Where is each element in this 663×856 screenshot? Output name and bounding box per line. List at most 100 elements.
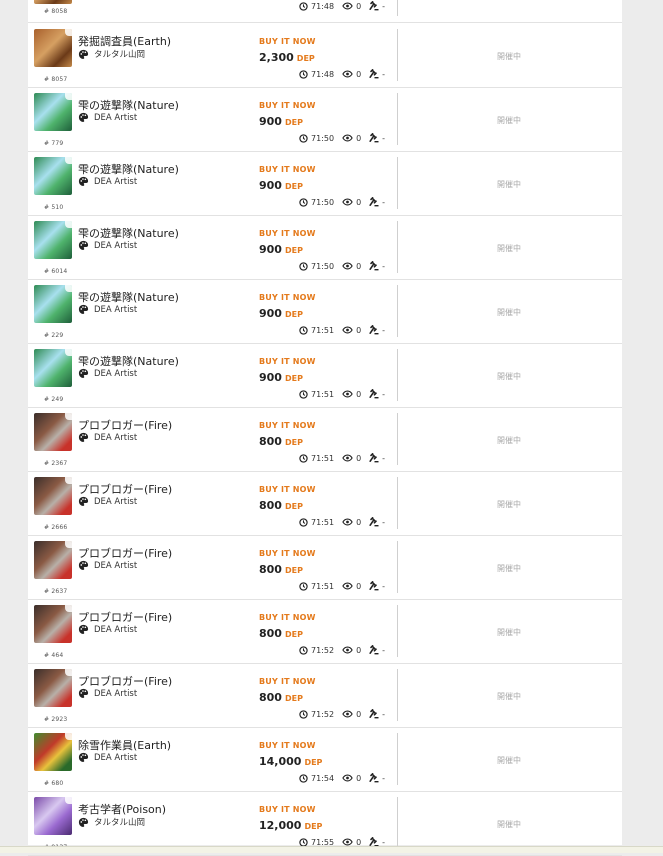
- nft-name[interactable]: 考古学者(Poison): [78, 801, 166, 817]
- bid-count: -: [382, 261, 386, 271]
- creator-line[interactable]: DEA Artist: [78, 496, 137, 507]
- nft-name[interactable]: プロブロガー(Fire): [78, 545, 172, 561]
- listing-row[interactable]: # 779 雫の遊撃隊(Nature) DEA Artist BUY IT NO…: [28, 87, 622, 152]
- creator-line[interactable]: DEA Artist: [78, 368, 137, 379]
- eye-icon: [342, 774, 353, 782]
- column-divider: [397, 605, 398, 657]
- nft-id: # 2666: [44, 524, 68, 531]
- nft-name[interactable]: 雫の遊撃隊(Nature): [78, 289, 179, 305]
- element-badge-icon: [65, 605, 72, 612]
- clock-icon: [299, 773, 308, 783]
- price-currency: DEP: [284, 566, 303, 575]
- nft-name[interactable]: 雫の遊撃隊(Nature): [78, 97, 179, 113]
- time-left: 71:50: [311, 261, 335, 271]
- listing-row[interactable]: # 6014 雫の遊撃隊(Nature) DEA Artist BUY IT N…: [28, 215, 622, 280]
- view-count: 0: [356, 325, 362, 335]
- column-divider: [397, 669, 398, 721]
- listing-stats: 71:51 0 -: [299, 325, 393, 335]
- time-left: 71:48: [311, 1, 335, 11]
- price-value: 2,300: [259, 51, 294, 64]
- nft-thumbnail[interactable]: [34, 285, 72, 323]
- price: 800 DEP: [259, 435, 303, 448]
- listing-stats: 71:51 0 -: [299, 581, 393, 591]
- view-count: 0: [356, 645, 362, 655]
- gavel-icon: [369, 581, 379, 591]
- nft-thumbnail[interactable]: [34, 413, 72, 451]
- creator-line[interactable]: タルタル山岡: [78, 48, 145, 60]
- nft-thumbnail[interactable]: [34, 797, 72, 835]
- listing-row[interactable]: # 464 プロブロガー(Fire) DEA Artist BUY IT NOW…: [28, 599, 622, 664]
- element-badge-icon: [65, 477, 72, 484]
- nft-name[interactable]: 除雪作業員(Earth): [78, 737, 171, 753]
- nft-name[interactable]: プロブロガー(Fire): [78, 609, 172, 625]
- nft-thumbnail[interactable]: [34, 93, 72, 131]
- nft-name[interactable]: プロブロガー(Fire): [78, 673, 172, 689]
- time-left: 71:52: [311, 709, 335, 719]
- nft-name[interactable]: プロブロガー(Fire): [78, 417, 172, 433]
- creator-line[interactable]: タルタル山岡: [78, 816, 145, 828]
- creator-line[interactable]: DEA Artist: [78, 688, 137, 699]
- listing-row[interactable]: # 2923 プロブロガー(Fire) DEA Artist BUY IT NO…: [28, 663, 622, 728]
- listing-row[interactable]: # 680 除雪作業員(Earth) DEA Artist BUY IT NOW…: [28, 727, 622, 792]
- nft-name[interactable]: プロブロガー(Fire): [78, 481, 172, 497]
- nft-name[interactable]: 雫の遊撃隊(Nature): [78, 161, 179, 177]
- listing-stats: 71:51 0 -: [299, 453, 393, 463]
- nft-thumbnail[interactable]: [34, 221, 72, 259]
- status-label: 開催中: [497, 52, 521, 61]
- listing-row[interactable]: # 510 雫の遊撃隊(Nature) DEA Artist BUY IT NO…: [28, 151, 622, 216]
- nft-thumbnail[interactable]: [34, 349, 72, 387]
- column-divider: [397, 541, 398, 593]
- creator-line[interactable]: DEA Artist: [78, 176, 137, 187]
- nft-thumbnail[interactable]: [34, 669, 72, 707]
- nft-thumbnail[interactable]: [34, 733, 72, 771]
- nft-thumbnail[interactable]: [34, 29, 72, 67]
- price-value: 800: [259, 691, 282, 704]
- nft-thumbnail[interactable]: [34, 477, 72, 515]
- bid-count: -: [382, 325, 386, 335]
- element-badge-icon: [65, 93, 72, 100]
- listing-stats: 71:50 0 -: [299, 133, 393, 143]
- listing-stats: 71:54 0 -: [299, 773, 393, 783]
- creator-line[interactable]: DEA Artist: [78, 112, 137, 123]
- creator-line[interactable]: DEA Artist: [78, 240, 137, 251]
- nft-id: # 510: [44, 204, 64, 211]
- nft-name[interactable]: 雫の遊撃隊(Nature): [78, 225, 179, 241]
- nft-thumbnail[interactable]: [34, 0, 72, 4]
- nft-id: # 2923: [44, 716, 68, 723]
- nft-name[interactable]: 発掘調査員(Earth): [78, 33, 171, 49]
- listing-stats: 71:52 0 -: [299, 645, 393, 655]
- listing-row[interactable]: # 8057 発掘調査員(Earth) タルタル山岡 BUY IT NOW 2,…: [28, 23, 622, 88]
- price-currency: DEP: [284, 694, 303, 703]
- creator-line[interactable]: DEA Artist: [78, 304, 137, 315]
- buy-it-now-label: BUY IT NOW: [259, 229, 316, 238]
- buy-it-now-label: BUY IT NOW: [259, 741, 316, 750]
- eye-icon: [342, 454, 353, 462]
- eye-icon: [342, 390, 353, 398]
- creator-line[interactable]: DEA Artist: [78, 432, 137, 443]
- palette-icon: [78, 368, 89, 378]
- eye-icon: [342, 646, 353, 654]
- nft-thumbnail[interactable]: [34, 157, 72, 195]
- column-divider: [397, 221, 398, 273]
- price-value: 800: [259, 499, 282, 512]
- creator-line[interactable]: DEA Artist: [78, 624, 137, 635]
- listing-row[interactable]: # 2666 プロブロガー(Fire) DEA Artist BUY IT NO…: [28, 471, 622, 536]
- listing-row[interactable]: # 249 雫の遊撃隊(Nature) DEA Artist BUY IT NO…: [28, 343, 622, 408]
- bid-count: -: [382, 389, 386, 399]
- listing-stats: 71:51 0 -: [299, 389, 393, 399]
- listing-row[interactable]: # 229 雫の遊撃隊(Nature) DEA Artist BUY IT NO…: [28, 279, 622, 344]
- listing-row[interactable]: # 2367 プロブロガー(Fire) DEA Artist BUY IT NO…: [28, 407, 622, 472]
- nft-thumbnail[interactable]: [34, 605, 72, 643]
- listing-row-partial[interactable]: # 8058 71:48 0 -: [28, 0, 622, 23]
- buy-it-now-label: BUY IT NOW: [259, 485, 316, 494]
- buy-it-now-label: BUY IT NOW: [259, 677, 316, 686]
- listing-row[interactable]: # 2637 プロブロガー(Fire) DEA Artist BUY IT NO…: [28, 535, 622, 600]
- creator-line[interactable]: DEA Artist: [78, 560, 137, 571]
- status-label: 開催中: [497, 180, 521, 189]
- nft-name[interactable]: 雫の遊撃隊(Nature): [78, 353, 179, 369]
- element-badge-icon: [65, 541, 72, 548]
- creator-line[interactable]: DEA Artist: [78, 752, 137, 763]
- time-left: 71:51: [311, 517, 335, 527]
- price: 800 DEP: [259, 627, 303, 640]
- nft-thumbnail[interactable]: [34, 541, 72, 579]
